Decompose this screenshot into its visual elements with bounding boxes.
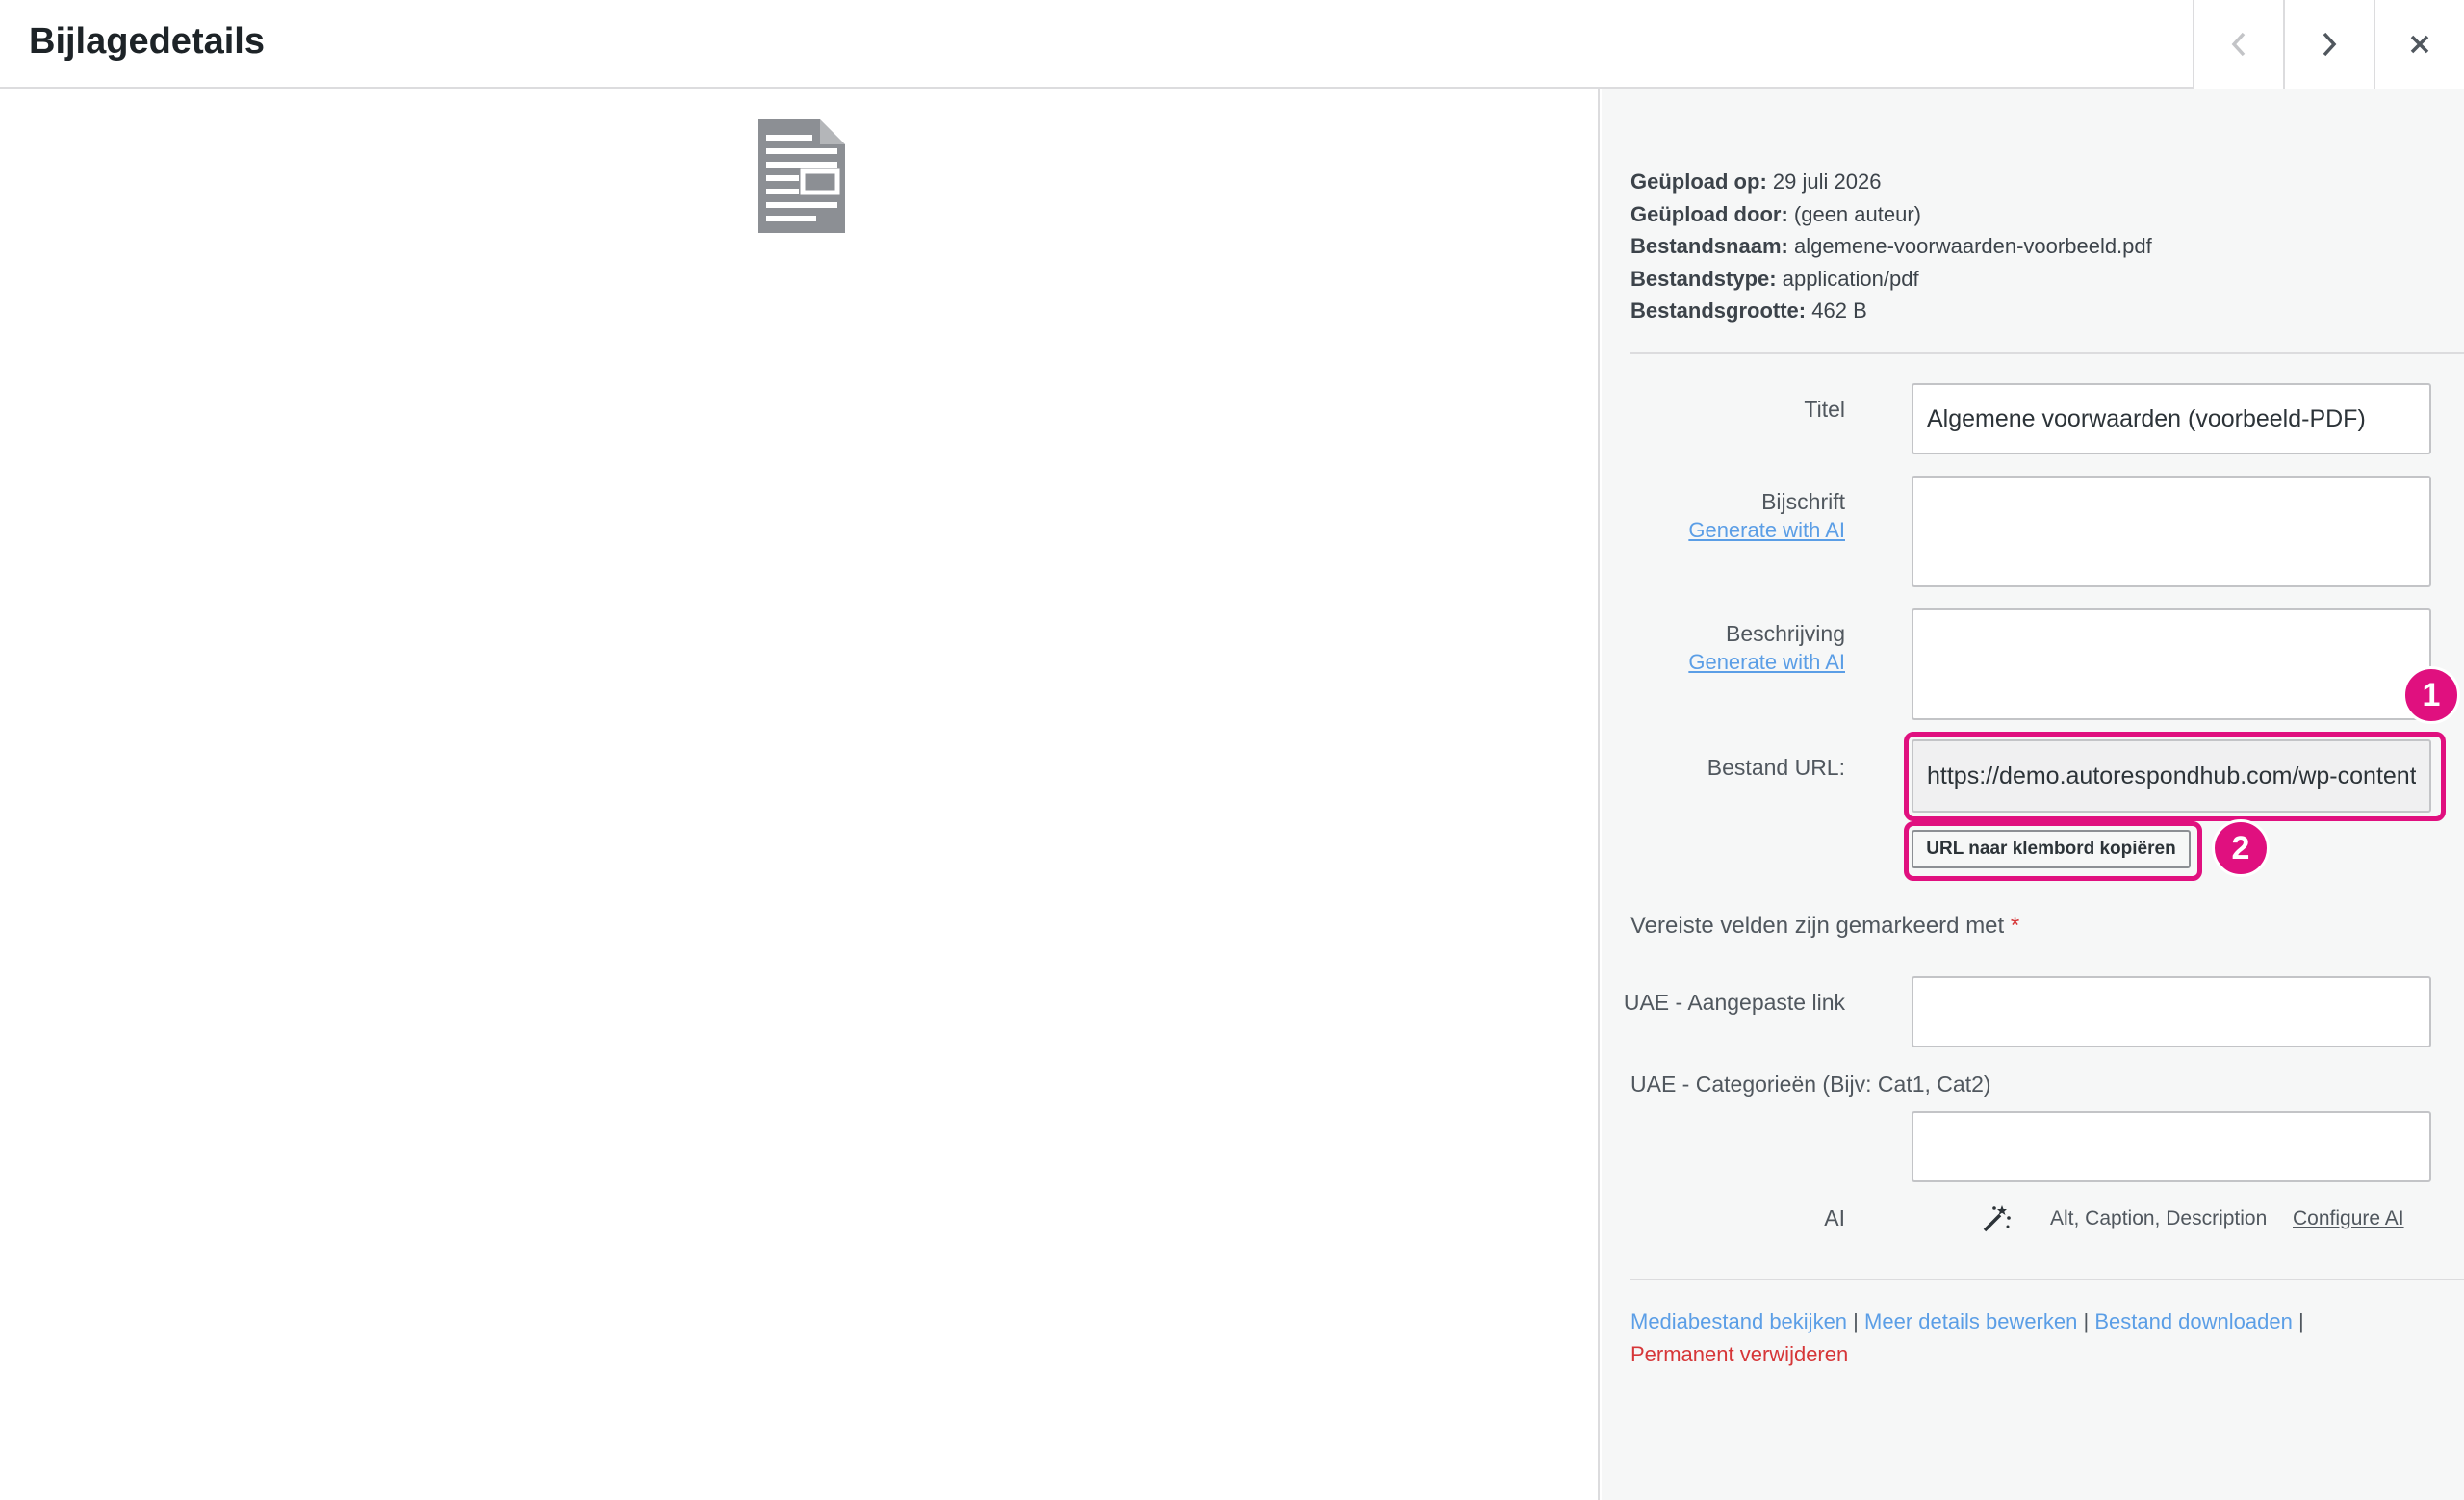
- ai-label: AI: [1824, 1205, 1845, 1230]
- description-label: Beschrijving: [1726, 621, 1845, 646]
- caption-generate-ai-link[interactable]: Generate with AI: [1602, 516, 1845, 545]
- uae-categories-label: UAE - Categorieën (Bijv: Cat1, Cat2): [1630, 1072, 1991, 1097]
- file-info: Geüpload op: 29 juli 2026 Geüpload door:…: [1630, 166, 2152, 327]
- annotation-badge-1: 1: [2402, 666, 2460, 724]
- magic-wand-icon[interactable]: [1981, 1203, 2012, 1240]
- annotation-badge-2: 2: [2212, 819, 2270, 877]
- meta-uploaded-on: Geüpload op: 29 juli 2026: [1630, 169, 1882, 194]
- meta-filetype: Bestandstype: application/pdf: [1630, 266, 1919, 291]
- divider: [1630, 352, 2464, 354]
- edit-details-link[interactable]: Meer details bewerken: [1864, 1309, 2077, 1333]
- delete-permanently-link[interactable]: Permanent verwijderen: [1630, 1342, 1848, 1366]
- ai-features-text: Alt, Caption, Description: [2050, 1207, 2268, 1229]
- highlight-box-1: [1904, 732, 2446, 821]
- description-textarea[interactable]: [1912, 608, 2431, 720]
- configure-ai-link[interactable]: Configure AI: [2293, 1207, 2404, 1230]
- attachment-preview: [0, 89, 1600, 1500]
- highlight-box-2: [1904, 821, 2202, 881]
- divider: [1630, 1279, 2464, 1280]
- caption-label: Bijschrift: [1761, 489, 1845, 514]
- required-star: *: [2010, 913, 2020, 939]
- title-input[interactable]: [1912, 383, 2431, 454]
- caption-label-group: Bijschrift Generate with AI: [1602, 487, 1845, 545]
- meta-filesize: Bestandsgrootte: 462 B: [1630, 298, 1867, 323]
- next-button[interactable]: [2283, 0, 2374, 89]
- modal-header: Bijlagedetails: [0, 0, 2464, 89]
- previous-button[interactable]: [2193, 0, 2283, 89]
- uae-link-label: UAE - Aangepaste link: [1623, 990, 1845, 1015]
- view-media-link[interactable]: Mediabestand bekijken: [1630, 1309, 1847, 1333]
- close-icon: [2410, 35, 2429, 54]
- download-file-link[interactable]: Bestand downloaden: [2094, 1309, 2293, 1333]
- page-title: Bijlagedetails: [29, 21, 265, 62]
- uae-link-input[interactable]: [1912, 976, 2431, 1047]
- title-label: Titel: [1804, 397, 1845, 422]
- close-button[interactable]: [2374, 0, 2464, 89]
- chevron-left-icon: [2231, 32, 2246, 57]
- description-generate-ai-link[interactable]: Generate with AI: [1602, 648, 1845, 677]
- details-sidebar: Geüpload op: 29 juli 2026 Geüpload door:…: [1602, 89, 2464, 1500]
- document-icon: [758, 119, 845, 233]
- meta-filename: Bestandsnaam: algemene-voorwaarden-voorb…: [1630, 234, 2152, 258]
- chevron-right-icon: [2323, 32, 2337, 57]
- required-fields-note: Vereiste velden zijn gemarkeerd met *: [1630, 913, 2020, 939]
- caption-textarea[interactable]: [1912, 476, 2431, 587]
- attachment-actions: Mediabestand bekijken | Meer details bew…: [1630, 1309, 2304, 1366]
- url-label: Bestand URL:: [1707, 755, 1845, 780]
- uae-categories-input[interactable]: [1912, 1111, 2431, 1182]
- description-label-group: Beschrijving Generate with AI: [1602, 619, 1845, 677]
- meta-uploaded-by: Geüpload door: (geen auteur): [1630, 201, 1921, 226]
